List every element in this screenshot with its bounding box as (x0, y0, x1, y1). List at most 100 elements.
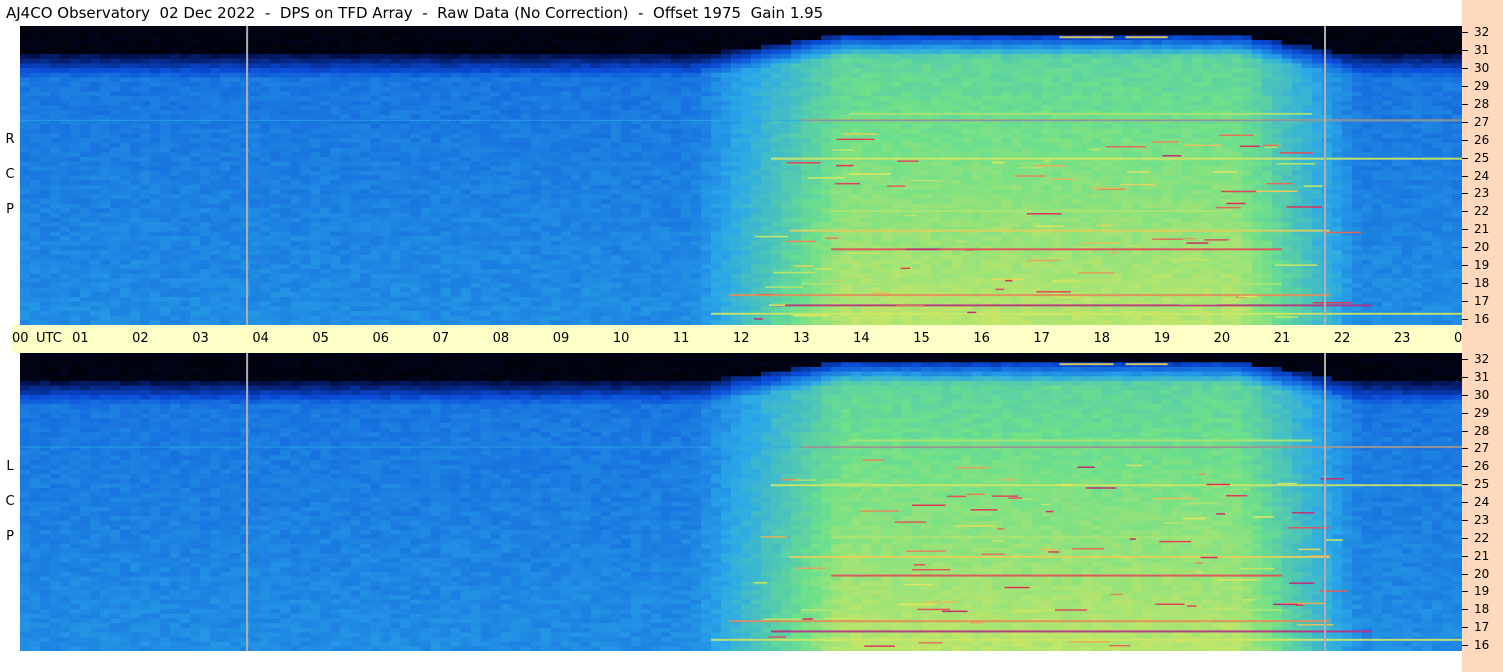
spectrogram-cell (210, 273, 221, 279)
spectrogram-cell (600, 54, 612, 60)
spectrogram-cell (120, 40, 131, 46)
spectrogram-cell (290, 226, 301, 233)
spectrogram-cell (540, 245, 552, 251)
spectrogram-cell (550, 166, 562, 172)
spectrogram-cell (390, 226, 402, 233)
spectrogram-cell (40, 54, 51, 60)
spectrogram-cell (310, 124, 322, 130)
spectrogram-cell (570, 292, 582, 298)
spectrogram-cell (400, 264, 412, 270)
spectrogram-cell (370, 194, 382, 200)
spectrogram-cell (290, 40, 301, 46)
spectrogram-cell (220, 222, 231, 228)
spectrogram-cell (610, 268, 622, 275)
spectrogram-cell (540, 26, 552, 32)
spectrogram-cell (290, 49, 301, 55)
spectrogram-cell (80, 180, 91, 186)
spectrogram-cell (340, 315, 352, 321)
spectrogram-cell (140, 128, 151, 135)
spectrogram-cell (771, 296, 782, 303)
spectrogram-cell (160, 306, 171, 312)
spectrogram-cell (270, 184, 281, 191)
spectrogram-cell (580, 245, 592, 251)
spectrogram-cell (690, 82, 702, 88)
spectrogram-cell (160, 35, 171, 41)
spectrogram-cell (260, 128, 271, 135)
spectrogram-cell (260, 170, 271, 177)
spectrogram-cell (540, 222, 552, 228)
spectrogram-cell (781, 49, 792, 55)
spectrogram-cell (230, 110, 241, 116)
spectrogram-cell (460, 296, 472, 303)
spectrogram-cell (220, 58, 231, 64)
spectrogram-cell (230, 180, 241, 186)
spectrogram-cell (410, 236, 422, 242)
spectrogram-cell (350, 96, 362, 102)
spectrogram-cell (570, 175, 582, 181)
spectrogram-cell (530, 278, 542, 284)
spectrogram-cell (180, 306, 191, 312)
spectrogram-cell (550, 222, 562, 228)
spectrogram-cell (540, 128, 552, 135)
spectrogram-cell (771, 264, 782, 270)
spectrogram-cell (80, 166, 91, 172)
spectrogram-cell (761, 63, 772, 69)
spectrogram-cell (781, 128, 792, 135)
spectrogram-cell (90, 68, 101, 74)
spectrogram-cell (390, 156, 402, 163)
spectrogram-cell (670, 180, 682, 186)
spectrogram-cell (440, 128, 452, 135)
spectrogram-cell (160, 282, 171, 289)
spectrogram-cell (230, 133, 241, 139)
spectrogram-cell (360, 114, 372, 121)
spectrogram-cell (470, 301, 482, 307)
spectrogram-cell (580, 273, 592, 279)
spectrogram-cell (190, 63, 201, 69)
spectrogram-cell (560, 35, 572, 41)
spectrogram-cell (640, 222, 652, 228)
spectrogram-cell (100, 133, 111, 139)
spectrogram-cell (270, 222, 281, 228)
spectrogram-cell (230, 49, 241, 55)
spectrogram-cell (130, 189, 141, 195)
spectrogram-cell (610, 287, 622, 293)
spectrogram-cell (110, 133, 121, 139)
spectrogram-cell (430, 54, 442, 60)
spectrogram-cell (150, 40, 161, 46)
spectrogram-cell (771, 166, 782, 172)
spectrogram-cell (570, 268, 582, 275)
spectrogram-cell (720, 96, 732, 102)
spectrogram-cell (370, 49, 382, 55)
spectrogram-cell (160, 264, 171, 270)
spectrogram-cell (530, 35, 542, 41)
spectrogram-cell (660, 212, 672, 219)
spectrogram-cell (771, 128, 782, 135)
spectrogram-cell (450, 35, 462, 41)
spectrogram-cell (650, 292, 662, 298)
spectrogram-cell (370, 68, 382, 74)
spectrogram-cell (120, 68, 131, 74)
spectrogram-cell (200, 282, 211, 289)
spectrogram-cell (30, 124, 41, 130)
spectrogram-cell (720, 231, 732, 237)
spectrogram-cell (290, 231, 301, 237)
spectrogram-cell (130, 156, 141, 163)
spectrogram-cell (791, 180, 802, 186)
spectrogram-cell (360, 231, 372, 237)
spectrogram-cell (781, 184, 792, 191)
spectrogram-cell (320, 100, 332, 107)
spectrogram-cell (170, 240, 181, 247)
spectrogram-cell (730, 306, 742, 312)
spectrogram-cell (560, 86, 572, 92)
spectrogram-cell (120, 170, 131, 177)
spectrogram-cell (130, 287, 141, 293)
spectrogram-cell (620, 68, 632, 74)
spectrogram-cell (290, 128, 301, 135)
spectrogram-cell (180, 105, 191, 111)
spectrogram-cell (160, 170, 171, 177)
spectrogram-cell (170, 96, 181, 102)
spectrogram-cell (100, 245, 111, 251)
spectrogram-cell (190, 110, 201, 116)
spectrogram-cell (480, 306, 492, 312)
spectrogram-cell (700, 133, 712, 139)
